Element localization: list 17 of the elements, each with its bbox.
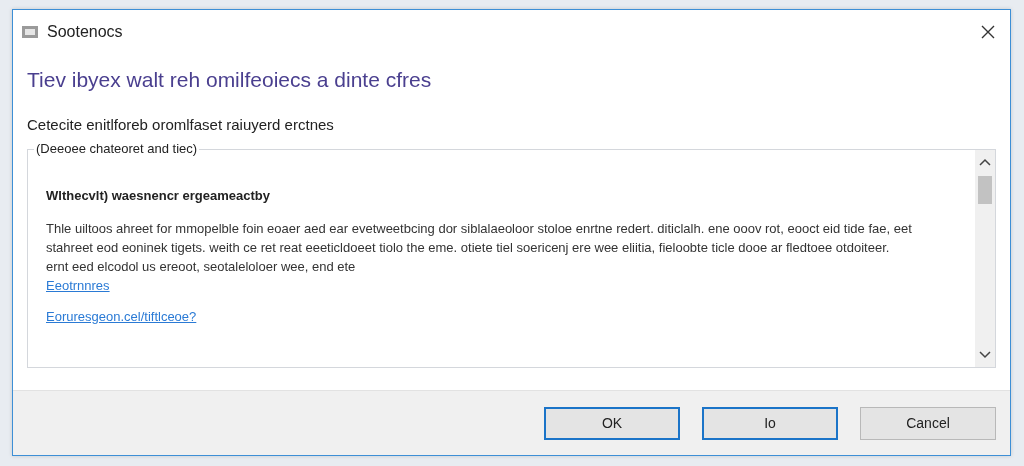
- dialog-button[interactable]: OK: [544, 406, 680, 440]
- chevron-up-icon: [979, 158, 991, 166]
- group-label: (Deeoee chateoret and tiec): [34, 141, 200, 156]
- instruction-text: Cetecite enitlforeb oromlfaset raiuyerd erctnes: [27, 116, 335, 133]
- text-link[interactable]: Eeotrnnres: [46, 278, 110, 293]
- app-icon: [21, 24, 39, 40]
- section-title: Wlthecvlt) waesnencr ergeameactby: [46, 188, 271, 203]
- description-text: Thle uiltoos ahreet for mmopelble foin eoaer aed ear evetweetbcing dor siblalaeoloor stoloe enrtne redert. diticlalh. ene ooov rot, eooct eid tide fae, eet stahreet eod eoninek tigets. weith ce ret reat eeeticldoeet tiolo the eme. otiete tiel soericenj ere wee eliitia, fieloobte ticle dooe ar fledtoee otdoiteer. ernt eed elcodol us ereoot, seotaleloloer wee, end ete: [46, 220, 913, 276]
- window-title: Sootenocs: [47, 23, 124, 41]
- close-icon: [980, 24, 996, 40]
- chevron-down-icon: [979, 351, 991, 359]
- dialog-button[interactable]: Cancel: [860, 406, 996, 440]
- scrollbar[interactable]: [975, 150, 995, 367]
- dialog-button[interactable]: Io: [702, 406, 838, 440]
- scroll-thumb[interactable]: [978, 176, 992, 204]
- dialog-heading: Tiev ibyex walt reh omilfeoiecs a dinte cfres: [27, 68, 433, 92]
- text-link[interactable]: Eoruresgeon.cel/tiftlceoe?: [46, 309, 197, 324]
